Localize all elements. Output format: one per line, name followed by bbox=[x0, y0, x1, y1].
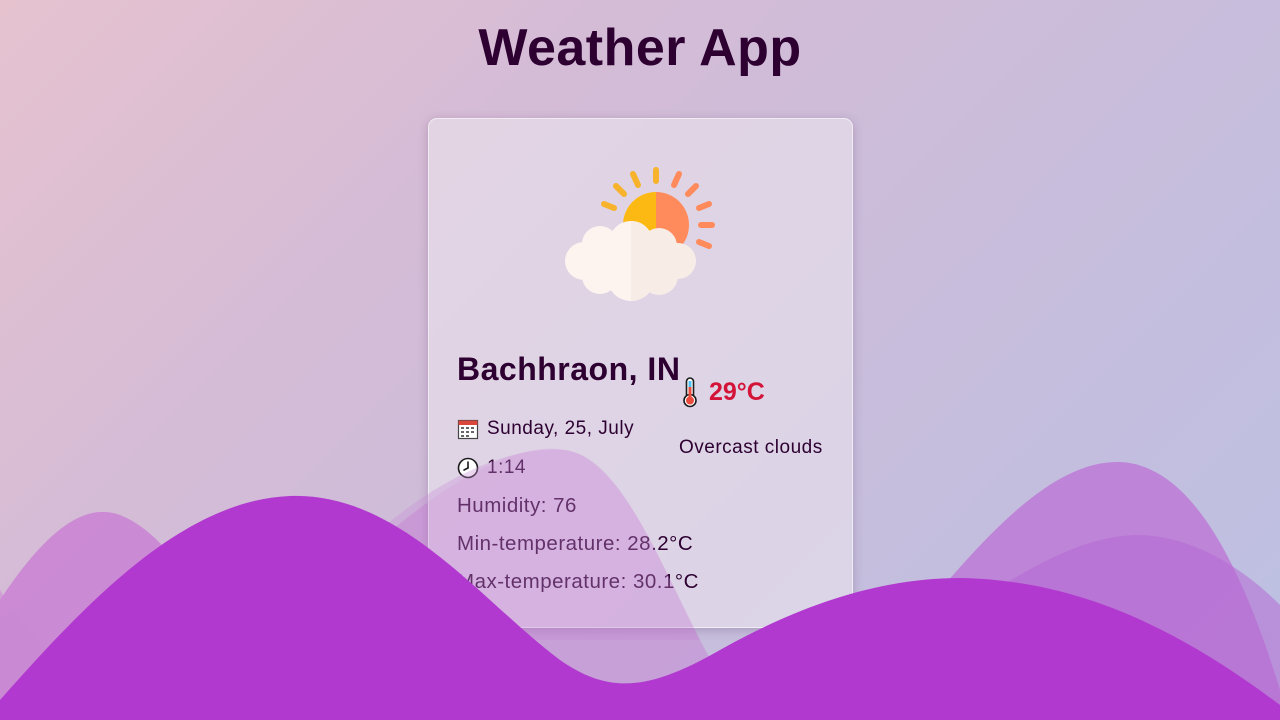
min-temperature-text: Min-temperature: 28.2°C bbox=[457, 532, 694, 555]
weather-description: Overcast clouds bbox=[679, 437, 823, 458]
humidity-text: Humidity: 76 bbox=[457, 494, 577, 517]
time-row: 1:14 bbox=[457, 457, 526, 479]
max-temperature-text: Max-temperature: 30.1°C bbox=[457, 570, 699, 593]
calendar-icon bbox=[457, 419, 479, 440]
weather-card: Bachhraon, IN 29°C Overcast clouds Sunda… bbox=[428, 118, 853, 628]
temperature-block: 29°C bbox=[679, 376, 765, 408]
city-name: Bachhraon, IN bbox=[457, 351, 681, 387]
time-text: 1:14 bbox=[487, 457, 526, 478]
app-title: Weather App bbox=[478, 19, 802, 77]
temperature-value: 29°C bbox=[709, 377, 765, 406]
date-text: Sunday, 25, July bbox=[487, 418, 635, 439]
sun-behind-cloud-icon bbox=[565, 167, 715, 301]
clock-icon bbox=[457, 457, 479, 479]
thermometer-icon bbox=[683, 377, 697, 408]
date-row: Sunday, 25, July bbox=[457, 418, 634, 440]
